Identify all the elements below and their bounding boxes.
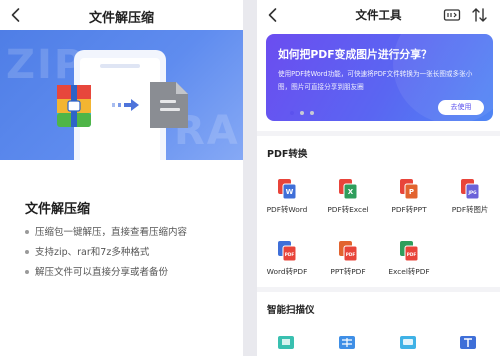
sort-icon[interactable] (471, 7, 489, 23)
tool-excel-to-pdf[interactable]: PDF Excel转PDF (381, 240, 437, 277)
svg-text:PDF: PDF (285, 252, 295, 257)
feature-item: 支持zip、rar和7z多种格式 (25, 246, 187, 266)
tool-label: PDF转Excel (327, 205, 369, 214)
promo-banner[interactable]: 如何把PDF变成图片进行分享？ 使用PDF转Word功能，可快速将PDF文件转换… (266, 34, 493, 121)
pagination-dot[interactable] (300, 111, 304, 115)
word-icon: W (278, 179, 297, 200)
section-title: PDF转换 (267, 149, 308, 160)
pagination-dot-active[interactable] (290, 111, 294, 115)
scan-table-icon[interactable] (338, 335, 356, 349)
svg-text:PDF: PDF (346, 252, 356, 257)
ppt-icon: P (400, 179, 419, 200)
feature-item: 解压文件可以直接分享或者备份 (25, 266, 187, 286)
svg-text:W: W (286, 188, 294, 196)
word-to-pdf-icon: PDF (278, 241, 297, 262)
use-now-button[interactable]: 去使用 (438, 100, 484, 115)
tool-ppt[interactable]: P PDF转PPT (381, 178, 437, 215)
excel-to-pdf-icon: PDF (400, 241, 419, 262)
tool-word-to-pdf[interactable]: PDF Word转PDF (259, 240, 315, 277)
page-title: 文件工具 (355, 8, 402, 22)
excel-icon: X (339, 179, 358, 200)
feature-heading: 文件解压缩 (25, 202, 91, 217)
hero-graphic (57, 50, 188, 160)
tool-label: Excel转PDF (388, 267, 430, 276)
tool-ppt-to-pdf[interactable]: PDF PPT转PDF (320, 240, 376, 277)
tool-label: Word转PDF (266, 267, 308, 276)
scan-document-icon[interactable] (277, 335, 295, 349)
file-tools-screen: 文件工具 如何把PDF变成图片进行分享？ 使用PDF转Word功能，可快速将PD… (257, 0, 500, 356)
scan-id-card-icon[interactable] (399, 335, 417, 349)
svg-text:X: X (348, 188, 354, 196)
page-title: 文件解压缩 (88, 11, 154, 26)
pagination-dot[interactable] (310, 111, 314, 115)
left-top-bar: 文件解压缩 (0, 0, 243, 30)
decompress-screen: 文件解压缩 ZIP RAR (0, 0, 243, 356)
banner-description: 使用PDF转Word功能，可快速将PDF文件转换为一张长图或多张小图，图片可直接… (278, 70, 473, 91)
smart-scanner-section: 智能扫描仪 (257, 292, 500, 356)
tool-excel[interactable]: X PDF转Excel (320, 178, 376, 215)
pdf-convert-section: PDF转换 W PDF转Word X PDF转Excel P PDF转PPT JPG PDF转… (257, 136, 500, 287)
svg-text:PDF: PDF (407, 252, 417, 257)
right-top-bar: 文件工具 (257, 0, 500, 30)
document-icon (150, 82, 188, 128)
image-icon: JPG (461, 179, 480, 200)
ppt-to-pdf-icon: PDF (339, 241, 358, 262)
tool-word[interactable]: W PDF转Word (259, 178, 315, 215)
tool-label: PPT转PDF (330, 267, 366, 276)
svg-text:JPG: JPG (467, 190, 477, 195)
feature-item: 压缩包一键解压，直接查看压缩内容 (25, 226, 187, 246)
svg-text:P: P (409, 188, 414, 196)
zip-archive-icon (57, 85, 91, 127)
hero-illustration: ZIP RAR (0, 30, 243, 160)
tool-image[interactable]: JPG PDF转图片 (442, 178, 498, 215)
tool-label: PDF转PPT (391, 205, 427, 214)
file-size-icon[interactable] (443, 7, 461, 23)
tool-label: PDF转图片 (451, 205, 489, 214)
scan-text-icon[interactable] (459, 335, 477, 349)
section-title: 智能扫描仪 (267, 305, 315, 316)
banner-title: 如何把PDF变成图片进行分享？ (278, 48, 432, 61)
tool-label: PDF转Word (266, 205, 308, 214)
feature-list: 压缩包一键解压，直接查看压缩内容 支持zip、rar和7z多种格式 解压文件可以… (25, 226, 187, 286)
